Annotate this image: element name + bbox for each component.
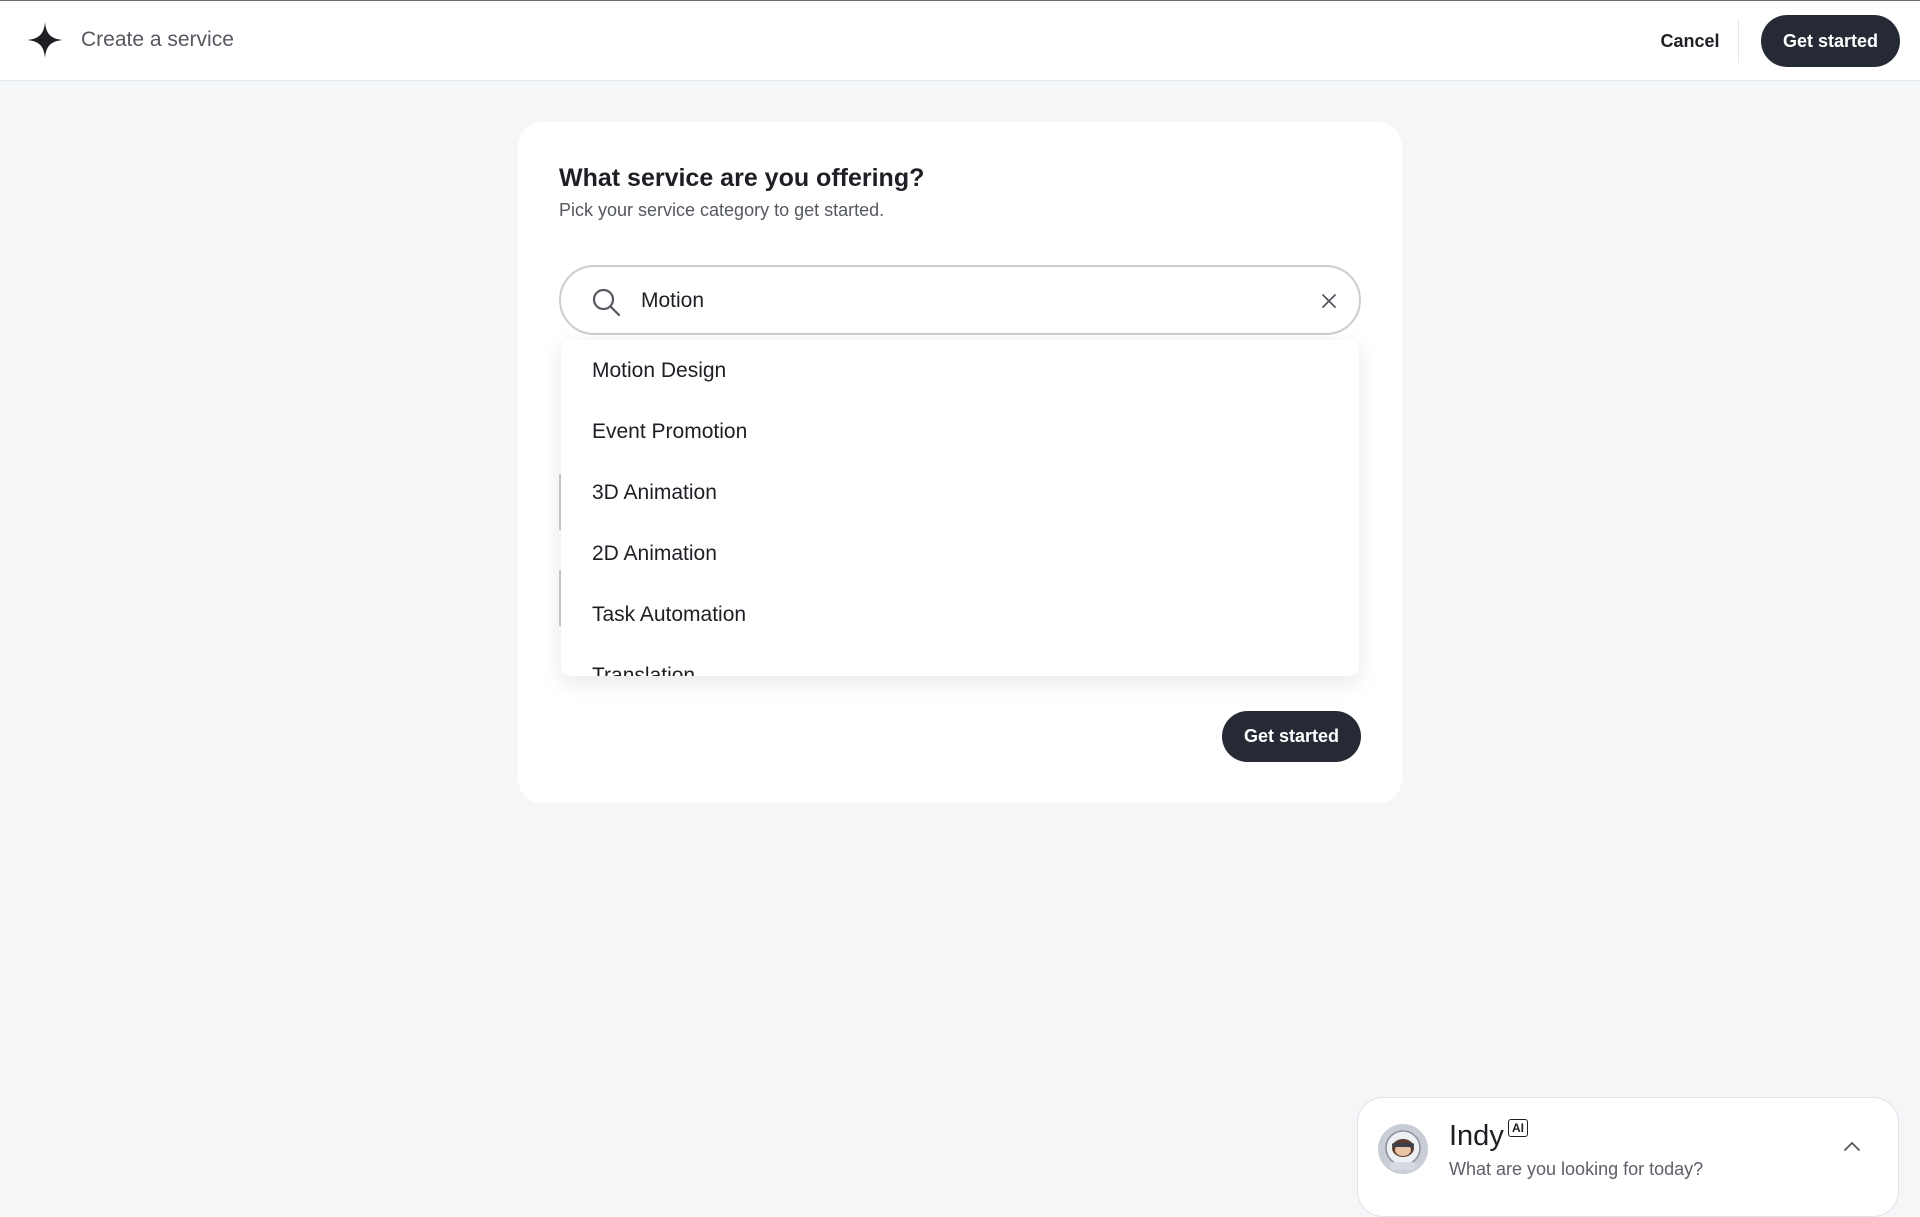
top-bar: Create a service Cancel Get started	[0, 0, 1920, 81]
search-box[interactable]	[559, 265, 1361, 335]
card-title: What service are you offering?	[559, 164, 925, 192]
chevron-up-icon[interactable]	[1841, 1136, 1863, 1158]
avatar	[1378, 1124, 1428, 1174]
header-divider	[1738, 19, 1739, 63]
suggestion-item[interactable]: Motion Design	[561, 340, 1359, 401]
assistant-name: Indy	[1449, 1120, 1504, 1152]
assistant-prompt: What are you looking for today?	[1449, 1159, 1704, 1179]
suggestion-item[interactable]: Translation	[561, 645, 1359, 676]
page-title: Create a service	[81, 28, 234, 51]
suggestion-item[interactable]: Event Promotion	[561, 401, 1359, 462]
suggestion-item[interactable]: Task Automation	[561, 584, 1359, 645]
assistant-chat-widget[interactable]: Indy AI What are you looking for today?	[1357, 1097, 1899, 1217]
suggestions-dropdown: Motion Design Event Promotion 3D Animati…	[561, 340, 1359, 676]
cancel-button[interactable]: Cancel	[1640, 23, 1740, 59]
search-icon	[592, 288, 621, 317]
search-input[interactable]	[641, 279, 1281, 323]
suggestion-item[interactable]: 3D Animation	[561, 462, 1359, 523]
ai-badge: AI	[1508, 1119, 1528, 1137]
service-card: What service are you offering? Pick your…	[518, 122, 1402, 803]
get-started-button[interactable]: Get started	[1222, 711, 1361, 762]
header-get-started-button[interactable]: Get started	[1761, 15, 1900, 67]
close-icon[interactable]	[1319, 291, 1339, 311]
sparkle-star-icon[interactable]	[27, 22, 63, 58]
card-subtitle: Pick your service category to get starte…	[559, 200, 885, 220]
suggestion-item[interactable]: 2D Animation	[561, 523, 1359, 584]
